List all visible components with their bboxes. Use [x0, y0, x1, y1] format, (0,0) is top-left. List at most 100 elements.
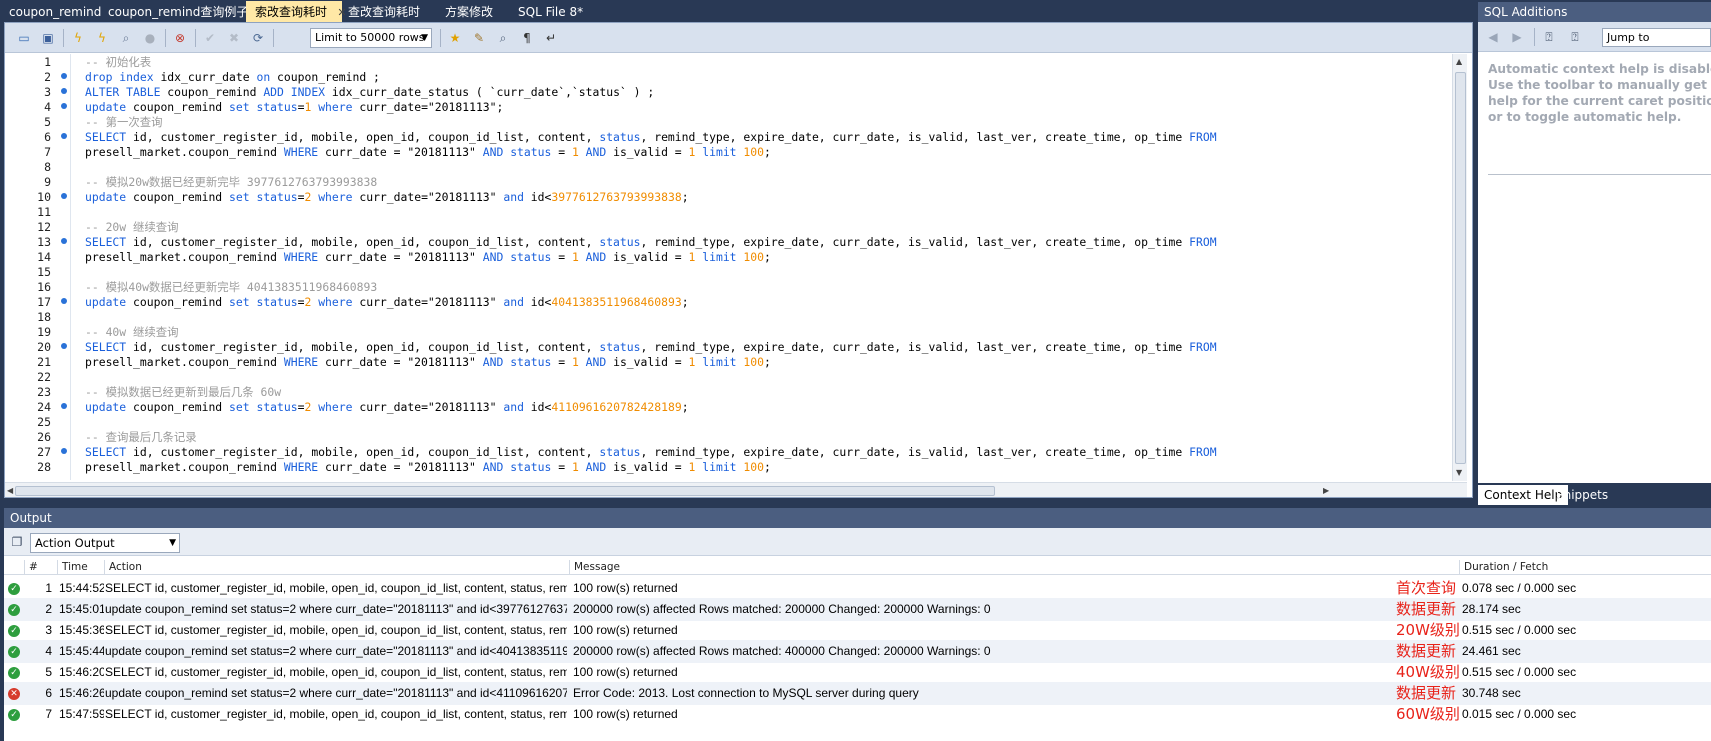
- line-number: 10: [37, 190, 51, 204]
- word-wrap-icon[interactable]: ↵: [542, 29, 560, 47]
- tab-sql-file-8[interactable]: SQL File 8*: [509, 2, 583, 22]
- output-row[interactable]: ✓ 7 15:47:59 SELECT id, customer_registe…: [4, 703, 1711, 726]
- add-snippet-icon[interactable]: ★: [446, 29, 464, 47]
- open-file-icon[interactable]: ▭: [15, 29, 33, 47]
- editor-toolbar: ▭ ▣ ϟ ϟ ⌕ ● ⊗ ✔ ✖ ⟳ Limit to 50000 rows ▼…: [5, 23, 1472, 53]
- sql-number: 4110961620782428189: [551, 400, 682, 414]
- code-area[interactable]: -- 初始化表 drop index idx_curr_date on coup…: [85, 54, 1455, 480]
- row-duration: 24.461 sec: [1462, 644, 1521, 658]
- scroll-down-icon[interactable]: ▼: [1456, 468, 1462, 477]
- help-line: Automatic context help is disabled.: [1488, 62, 1711, 76]
- code-line: update coupon_remind set status=1 where …: [85, 100, 503, 115]
- output-row[interactable]: ✕ 6 15:46:26 update coupon_remind set st…: [4, 682, 1711, 705]
- manual-help-icon[interactable]: ⍰: [1540, 28, 1558, 46]
- toolbar-separator: [165, 29, 166, 47]
- statement-marker-icon: [61, 448, 67, 454]
- row-action: update coupon_remind set status=2 where …: [105, 644, 567, 658]
- sql-keyword: status: [599, 235, 641, 249]
- output-row[interactable]: ✓ 3 15:45:36 SELECT id, customer_registe…: [4, 619, 1711, 642]
- output-title: Output: [4, 508, 1711, 528]
- chevron-down-icon: ▼: [169, 538, 176, 548]
- sql-comment: -- 模拟20w数据已经更新完毕 3977612763793993838: [85, 175, 378, 189]
- tab-plan-modify[interactable]: 方案修改: [436, 2, 493, 22]
- statement-marker-icon: [61, 403, 67, 409]
- line-number: 19: [37, 325, 51, 339]
- sql-text: curr_date = "20181113": [318, 355, 483, 369]
- find-icon[interactable]: ⌕: [494, 29, 512, 47]
- sql-keyword: AND: [585, 145, 607, 159]
- sql-keyword: drop: [85, 70, 113, 84]
- sql-text: idx_curr_date: [153, 70, 257, 84]
- column-header-num[interactable]: #: [24, 560, 57, 575]
- toggle-error-stop-icon[interactable]: ⊗: [171, 29, 189, 47]
- tab-coupon-remind-query-example[interactable]: coupon_remind查询例子: [99, 2, 248, 22]
- output-row[interactable]: ✓ 2 15:45:01 update coupon_remind set st…: [4, 598, 1711, 621]
- sql-keyword: AND: [585, 355, 607, 369]
- output-row[interactable]: ✓ 4 15:45:44 update coupon_remind set st…: [4, 640, 1711, 663]
- row-time: 15:45:44: [59, 644, 104, 658]
- code-line: -- 40w 继续查询: [85, 325, 179, 340]
- sql-keyword: status: [256, 100, 298, 114]
- toolbar-separator: [273, 29, 274, 47]
- sql-keyword: status: [510, 460, 552, 474]
- code-line: presell_market.coupon_remind WHERE curr_…: [85, 145, 771, 160]
- sql-text: presell_market.coupon_remind: [85, 355, 284, 369]
- autocommit-icon[interactable]: ⟳: [249, 29, 267, 47]
- sql-text: id<: [523, 295, 552, 309]
- horizontal-scroll-thumb[interactable]: [15, 486, 995, 496]
- auto-help-icon[interactable]: ⍰: [1566, 28, 1584, 46]
- row-limit-select[interactable]: Limit to 50000 rows ▼: [310, 28, 432, 48]
- vertical-scroll-thumb[interactable]: [1455, 72, 1466, 464]
- row-action: SELECT id, customer_register_id, mobile,…: [105, 623, 567, 637]
- horizontal-scrollbar[interactable]: ◀ ▶: [5, 482, 1467, 497]
- toolbar-separator: [440, 29, 441, 47]
- sql-editor-panel: ▭ ▣ ϟ ϟ ⌕ ● ⊗ ✔ ✖ ⟳ Limit to 50000 rows ▼…: [4, 22, 1473, 498]
- column-header-message[interactable]: Message: [569, 560, 1459, 575]
- invisible-chars-icon[interactable]: ¶: [518, 29, 536, 47]
- output-row[interactable]: ✓ 1 15:44:52 SELECT id, customer_registe…: [4, 577, 1711, 600]
- explain-icon[interactable]: ⌕: [117, 29, 135, 47]
- code-line: update coupon_remind set status=2 where …: [85, 190, 689, 205]
- annotation-note: 40W级别: [1396, 663, 1460, 681]
- row-time: 15:45:36: [59, 623, 104, 637]
- copy-icon[interactable]: ❐: [8, 533, 26, 551]
- column-header-action[interactable]: Action: [104, 560, 569, 575]
- sql-keyword: where: [318, 190, 353, 204]
- sql-keyword: AND: [482, 355, 504, 369]
- vertical-scrollbar[interactable]: ▲ ▼: [1452, 54, 1467, 481]
- scroll-up-icon[interactable]: ▲: [1456, 57, 1462, 66]
- beautify-icon[interactable]: ✎: [470, 29, 488, 47]
- tab-index-query-time[interactable]: 索改查询耗时 ✕: [246, 1, 347, 23]
- execute-icon[interactable]: ϟ: [69, 29, 87, 47]
- sql-keyword: where: [318, 295, 353, 309]
- stop-icon[interactable]: ●: [141, 29, 159, 47]
- forward-icon[interactable]: ▶: [1508, 28, 1526, 46]
- column-header-time[interactable]: Time: [57, 560, 104, 575]
- output-row[interactable]: ✓ 5 15:46:20 SELECT id, customer_registe…: [4, 661, 1711, 684]
- rollback-icon[interactable]: ✖: [225, 29, 243, 47]
- back-icon[interactable]: ◀: [1484, 28, 1502, 46]
- tab-coupon-remind[interactable]: coupon_remind: [0, 2, 101, 22]
- execute-current-icon[interactable]: ϟ: [93, 29, 111, 47]
- sql-keyword: SELECT: [85, 235, 127, 249]
- save-icon[interactable]: ▣: [39, 29, 57, 47]
- scroll-right-icon[interactable]: ▶: [1323, 486, 1329, 495]
- code-line: -- 查询最后几条记录: [85, 430, 197, 445]
- tab-query-modify-time[interactable]: 查改查询耗时: [339, 2, 420, 22]
- commit-icon[interactable]: ✔: [201, 29, 219, 47]
- sql-comment: -- 模拟40w数据已经更新完毕 4041383511968460893: [85, 280, 378, 294]
- column-header-duration[interactable]: Duration / Fetch: [1459, 560, 1711, 575]
- success-icon: ✓: [8, 709, 20, 721]
- sql-keyword: FROM: [1189, 235, 1217, 249]
- tab-label: SQL File 8*: [518, 5, 584, 19]
- sql-text: curr_date="20181113": [352, 400, 504, 414]
- statement-marker-icon: [61, 88, 67, 94]
- output-type-select[interactable]: Action Output ▼: [30, 533, 180, 553]
- jump-to-select[interactable]: Jump to: [1602, 28, 1711, 47]
- line-number: 27: [37, 445, 51, 459]
- sql-text: id, customer_register_id, mobile, open_i…: [126, 130, 600, 144]
- tab-snippets[interactable]: Snippets: [1550, 485, 1614, 505]
- scroll-left-icon[interactable]: ◀: [7, 486, 13, 495]
